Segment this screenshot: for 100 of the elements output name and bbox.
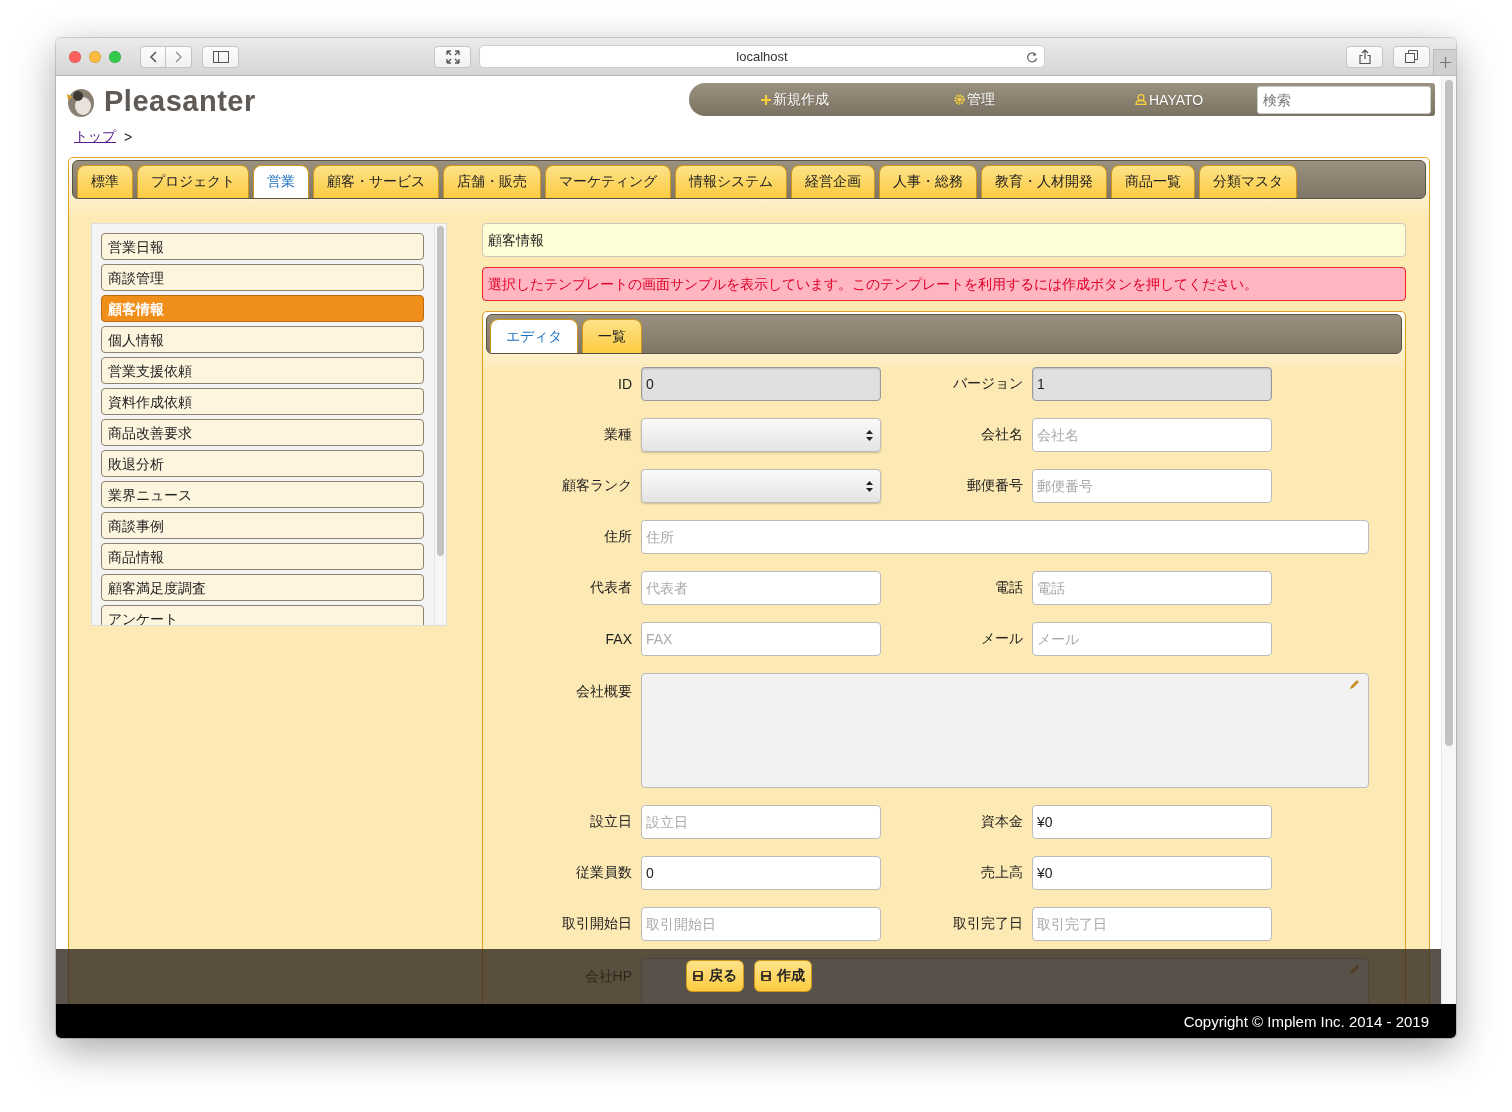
tab[interactable]: 標準 xyxy=(77,165,133,198)
sidebar-item[interactable]: 商談事例 xyxy=(101,512,424,539)
field-label: 代表者 xyxy=(590,579,632,597)
input-field[interactable]: メール xyxy=(1032,622,1272,656)
tab[interactable]: エディタ xyxy=(490,319,578,353)
tab[interactable]: 営業 xyxy=(253,165,309,198)
input-field[interactable]: 取引完了日 xyxy=(1032,907,1272,941)
window-control-button[interactable] xyxy=(109,50,121,63)
field-label: 郵便番号 xyxy=(967,477,1023,495)
menu-link[interactable]: HAYATO xyxy=(1135,91,1204,108)
tab[interactable]: 商品一覧 xyxy=(1111,165,1195,198)
plus-icon xyxy=(1439,57,1451,68)
up-down-arrows-icon xyxy=(866,429,873,441)
share-icon xyxy=(1358,49,1371,64)
up-down-arrows-icon xyxy=(866,480,873,492)
reload-icon xyxy=(1026,51,1038,63)
tabs-icon xyxy=(1405,50,1418,63)
input-field[interactable]: 1 xyxy=(1032,367,1272,401)
url-text: localhost xyxy=(736,49,788,64)
tab[interactable]: 顧客・サービス xyxy=(313,165,439,198)
sidebar-item[interactable]: 資料作成依頼 xyxy=(101,388,424,415)
input-field[interactable]: ¥0 xyxy=(1032,805,1272,839)
field-label: 資本金 xyxy=(981,813,1023,831)
plus-icon xyxy=(761,94,771,105)
sidebar-item[interactable]: 顧客満足度調査 xyxy=(101,574,424,601)
field-label: 取引開始日 xyxy=(562,915,632,933)
sidebar-item[interactable]: 業界ニュース xyxy=(101,481,424,508)
pencil-icon xyxy=(1349,679,1360,690)
sidebar-item[interactable]: 商品改善要求 xyxy=(101,419,424,446)
user-icon xyxy=(1135,94,1147,105)
tab[interactable]: 店舗・販売 xyxy=(443,165,541,198)
copyright-text: Copyright © Implem Inc. 2014 - 2019 xyxy=(1183,1012,1429,1030)
field-label: FAX xyxy=(605,631,632,647)
field-label: 業種 xyxy=(604,426,632,444)
dropdown[interactable] xyxy=(641,418,881,452)
input-field[interactable]: FAX xyxy=(641,622,881,656)
field-label: 売上高 xyxy=(981,864,1023,882)
input-field[interactable]: 設立日 xyxy=(641,805,881,839)
dropdown[interactable] xyxy=(641,469,881,503)
breadcrumb-separator: > xyxy=(124,129,133,145)
scrollbar[interactable] xyxy=(1441,76,1456,1004)
sidebar-item[interactable]: 商品情報 xyxy=(101,543,424,570)
fullscreen-button[interactable] xyxy=(434,45,471,68)
sidebar-button[interactable] xyxy=(202,45,239,68)
field-label: メール xyxy=(981,630,1023,648)
forward-icon xyxy=(174,50,183,63)
input-field[interactable]: 0 xyxy=(641,367,881,401)
sidebar-item[interactable]: アンケート xyxy=(101,605,424,625)
share-button[interactable] xyxy=(1346,45,1383,68)
tab[interactable]: 情報システム xyxy=(675,165,787,198)
back-button[interactable] xyxy=(140,45,166,68)
text-area[interactable] xyxy=(641,673,1369,788)
menu-link[interactable]: 新規作成 xyxy=(761,90,829,109)
logo-text: Pleasanter xyxy=(104,84,256,118)
tab[interactable]: プロジェクト xyxy=(137,165,249,198)
sidebar-item[interactable]: 敗退分析 xyxy=(101,450,424,477)
arrows-icon xyxy=(445,49,460,64)
field-label: 住所 xyxy=(604,528,632,546)
scrollbar[interactable] xyxy=(434,224,446,625)
address-bar[interactable]: localhost xyxy=(479,45,1045,68)
input-field[interactable]: 代表者 xyxy=(641,571,881,605)
input-field[interactable]: ¥0 xyxy=(1032,856,1272,890)
input-field[interactable]: 0 xyxy=(641,856,881,890)
menu-link[interactable]: 管理 xyxy=(954,90,995,109)
tab[interactable]: 教育・人材開発 xyxy=(981,165,1107,198)
tab[interactable]: マーケティング xyxy=(545,165,671,198)
input-field[interactable]: 取引開始日 xyxy=(641,907,881,941)
sidebar-item[interactable]: 個人情報 xyxy=(101,326,424,353)
tab[interactable]: 経営企画 xyxy=(791,165,875,198)
forward-button[interactable] xyxy=(166,45,192,68)
warning-message: 選択したテンプレートの画面サンプルを表示しています。このテンプレートを利用するには作成ボタンを押してください。 xyxy=(482,267,1406,301)
input-field[interactable]: 会社名 xyxy=(1032,418,1272,452)
tab[interactable]: 人事・総務 xyxy=(879,165,977,198)
tabs-button[interactable] xyxy=(1393,45,1430,68)
field-label: 会社概要 xyxy=(576,683,632,701)
field-label: 電話 xyxy=(995,579,1023,597)
sidebar-item[interactable]: 営業支援依頼 xyxy=(101,357,424,384)
window-control-button[interactable] xyxy=(89,50,101,63)
tab[interactable]: 分類マスタ xyxy=(1199,165,1297,198)
page-title: 顧客情報 xyxy=(482,223,1406,257)
input-field[interactable]: 電話 xyxy=(1032,571,1272,605)
new-tab-button[interactable] xyxy=(1433,49,1456,76)
gear-icon xyxy=(954,94,965,105)
action-button[interactable]: 作成 xyxy=(754,960,812,992)
input-field[interactable]: 郵便番号 xyxy=(1032,469,1272,503)
back-icon xyxy=(149,50,157,63)
search-field[interactable]: 検索 xyxy=(1257,85,1431,114)
field-label: ID xyxy=(618,376,632,392)
input-field[interactable]: 住所 xyxy=(641,520,1369,554)
field-label: 会社名 xyxy=(981,426,1023,444)
window-control-button[interactable] xyxy=(69,50,81,63)
field-label: 従業員数 xyxy=(576,864,632,882)
field-label: 顧客ランク xyxy=(562,477,632,495)
sidebar-item[interactable]: 商談管理 xyxy=(101,264,424,291)
tab[interactable]: 一覧 xyxy=(582,319,642,353)
action-button[interactable]: 戻る xyxy=(686,960,744,992)
field-label: バージョン xyxy=(953,375,1023,393)
sidebar-item[interactable]: 営業日報 xyxy=(101,233,424,260)
breadcrumb-link[interactable]: トップ xyxy=(74,128,116,146)
field-label: 取引完了日 xyxy=(953,915,1023,933)
